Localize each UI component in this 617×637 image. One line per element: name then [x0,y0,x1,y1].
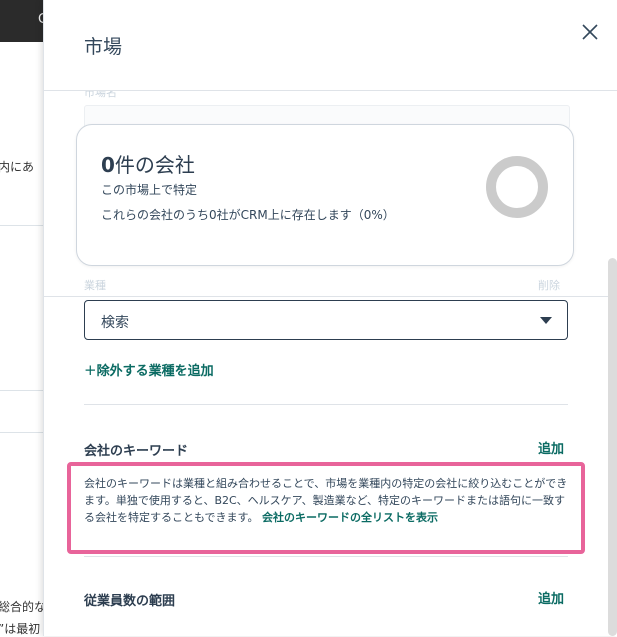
view-all-keywords-link[interactable]: 会社のキーワードの全リストを表示 [262,511,438,524]
add-excluded-industry-button[interactable]: +除外する業種を追加 [84,360,214,379]
section-divider [84,556,568,557]
company-count-suffix: 件の会社 [114,153,195,177]
panel-header: 市場 [44,0,617,91]
employee-range-title: 従業員数の範囲 [84,594,176,609]
background-text: ”は最初 [0,622,41,636]
market-panel: 市場名 市場 業種 削除 0件の会社 この市場上で特定 これらの会社のうち0社が… [43,0,617,636]
donut-ring [486,156,548,218]
close-button[interactable] [578,20,602,44]
summary-line-2: これらの会社のうち0社がCRM上に存在します（0%） [101,208,395,222]
crm-donut-chart [486,156,548,218]
background-topbar: C [0,0,47,42]
remove-link[interactable]: 削除 [538,277,560,293]
background-text: 内にあ [0,160,35,174]
plus-icon: + [84,361,97,379]
background-divider [0,225,44,226]
section-divider [84,404,568,405]
company-count-value: 0 [101,153,115,177]
background-divider [0,390,44,391]
industry-label: 業種 [84,279,106,292]
market-summary-card: 0件の会社 この市場上で特定 これらの会社のうち0社がCRM上に存在します（0%… [76,124,574,266]
summary-line-1: この市場上で特定 [101,183,198,197]
panel-scrollbar[interactable] [608,258,617,636]
panel-title: 市場 [84,36,123,58]
add-employee-range-button[interactable]: 追加 [538,588,564,607]
header-separator [44,296,608,297]
add-keywords-button[interactable]: 追加 [538,438,564,457]
company-count: 0件の会社 [101,149,195,178]
keywords-description: 会社のキーワードは業種と組み合わせることで、市場を業種内の特定の会社に絞り込むこ… [84,475,568,526]
caret-down-icon [540,317,552,324]
close-icon [582,24,598,40]
industry-search-value: 検索 [101,315,129,331]
add-excluded-industry-label: 除外する業種を追加 [96,364,214,379]
background-divider [0,432,44,433]
company-keywords-title: 会社のキーワード [84,444,189,459]
industry-search-select[interactable]: 検索 [84,300,568,340]
background-text: 総合的な [0,600,47,614]
